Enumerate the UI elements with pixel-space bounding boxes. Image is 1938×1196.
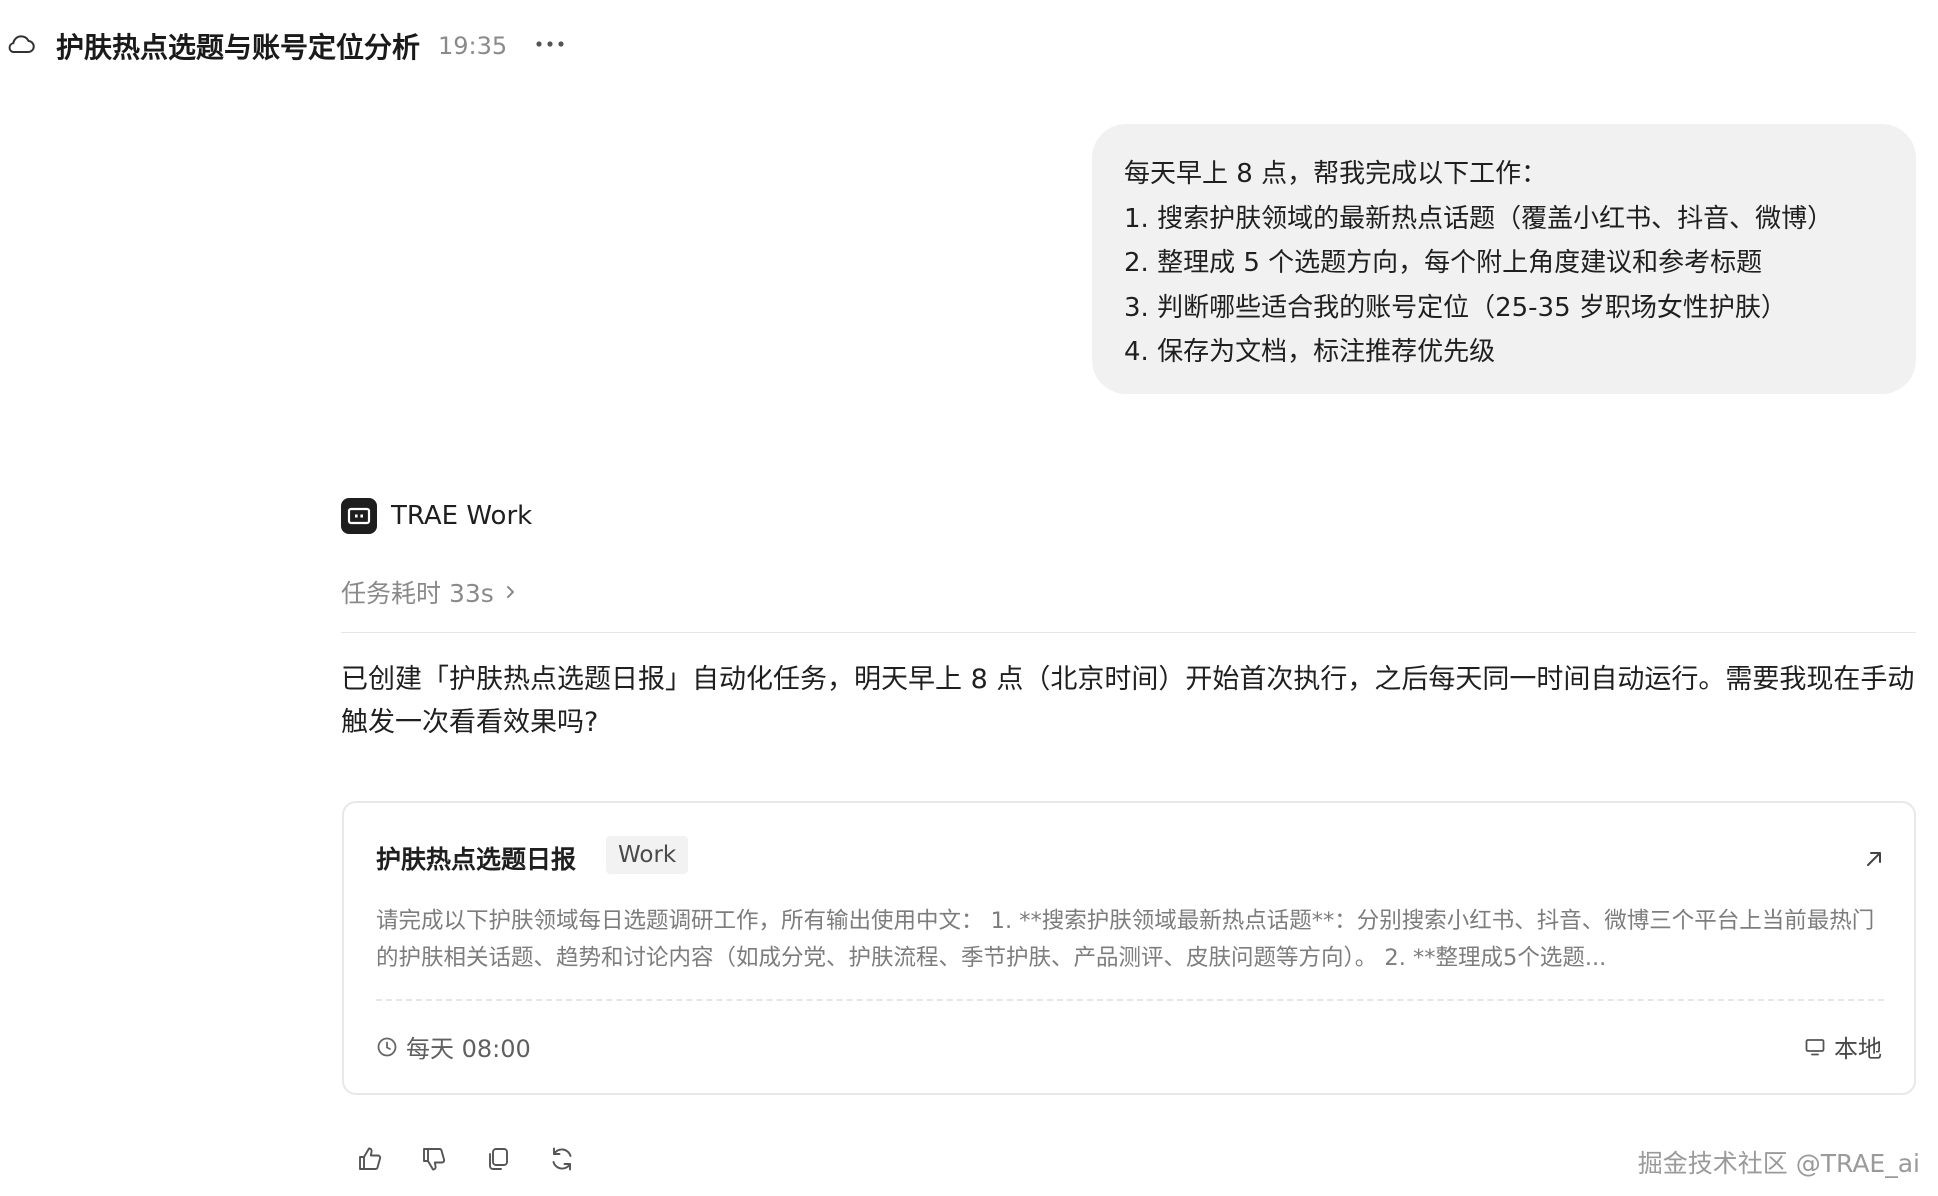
user-message-line: 3. 判断哪些适合我的账号定位（25-35 岁职场女性护肤） [1124,292,1787,323]
task-card-tag: Work [606,836,689,874]
task-card-schedule: 每天 08:00 [376,1029,531,1064]
agent-name: TRAE Work [391,501,533,531]
thumbs-up-icon[interactable] [354,1143,386,1175]
user-message-line: 4. 保存为文档，标注推荐优先级 [1124,337,1496,367]
card-divider [376,999,1884,1001]
task-card-schedule-text: 每天 08:00 [406,1035,531,1063]
task-duration-toggle[interactable]: 任务耗时 33s [341,574,518,610]
monitor-icon [1805,1038,1825,1055]
regenerate-icon[interactable] [546,1143,578,1175]
conversation-title: 护肤热点选题与账号定位分析 [56,31,421,64]
more-options-icon[interactable] [532,30,568,58]
copy-icon[interactable] [482,1143,514,1175]
user-message-line: 1. 搜索护肤领域的最新热点话题（覆盖小红书、抖音、微博） [1124,203,1834,234]
task-card-description: 请完成以下护肤领域每日选题调研工作，所有输出使用中文： 1. **搜索护肤领域最… [376,908,1875,971]
task-card-location: 本地 [1804,1029,1882,1064]
agent-reply-text: 已创建「护肤热点选题日报」自动化任务，明天早上 8 点（北京时间）开始首次执行，… [341,664,1915,738]
conversation-time: 19:35 [438,32,508,60]
user-message-line: 2. 整理成 5 个选题方向，每个附上角度建议和参考标题 [1124,248,1763,278]
user-message-line: 每天早上 8 点，帮我完成以下工作： [1124,159,1548,189]
user-message-bubble: 每天早上 8 点，帮我完成以下工作： 1. 搜索护肤领域的最新热点话题（覆盖小红… [1092,124,1916,394]
agent-header: TRAE Work [341,498,532,534]
thumbs-down-icon[interactable] [418,1143,450,1175]
trae-logo-icon [341,498,377,534]
chevron-right-icon [506,586,514,598]
task-card-title: 护肤热点选题日报 [376,845,577,874]
watermark: 掘金技术社区 @TRAE_ai [1637,1149,1920,1178]
automation-task-card[interactable]: 护肤热点选题日报 Work 请完成以下护肤领域每日选题调研工作，所有输出使用中文… [342,801,1916,1095]
message-actions [354,1143,610,1175]
task-card-location-text: 本地 [1834,1035,1882,1063]
clock-icon [377,1037,397,1056]
chat-page: 护肤热点选题与账号定位分析 19:35 每天早上 8 点，帮我完成以下工作： 1… [0,0,1938,1196]
task-duration-label: 任务耗时 33s [341,579,494,608]
open-external-icon[interactable] [1858,843,1890,875]
cloud-icon [8,35,35,53]
divider [341,632,1916,633]
